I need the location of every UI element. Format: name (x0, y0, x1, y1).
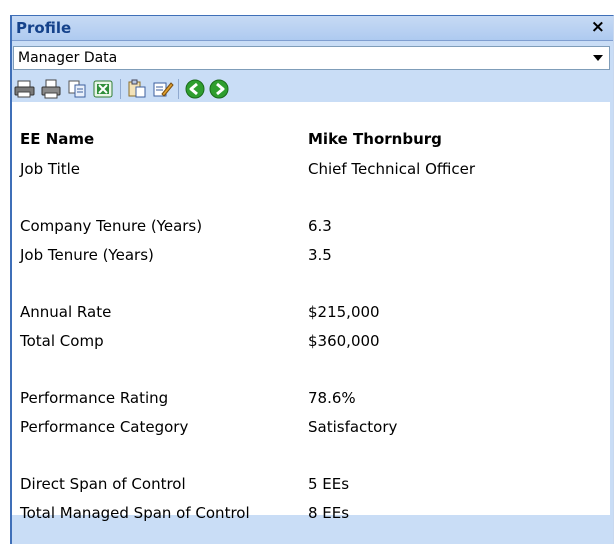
toolbar-separator (178, 79, 179, 99)
field-value-job-title: Chief Technical Officer (308, 160, 476, 178)
view-select[interactable]: Manager Data (13, 46, 610, 70)
back-icon[interactable] (184, 79, 206, 99)
field-label-performance-category: Performance Category (20, 418, 189, 436)
field-value-ee-name: Mike Thornburg (308, 130, 442, 148)
close-icon[interactable]: × (591, 18, 605, 36)
field-label-total-comp: Total Comp (20, 332, 104, 350)
field-label-ee-name: EE Name (20, 130, 95, 148)
field-label-company-tenure: Company Tenure (Years) (20, 217, 203, 235)
field-value-company-tenure: 6.3 (308, 217, 332, 235)
field-value-performance-category: Satisfactory (308, 418, 398, 436)
view-select-value: Manager Data (18, 50, 118, 66)
field-value-total-span: 8 EEs (308, 504, 350, 522)
field-value-direct-span: 5 EEs (308, 475, 350, 493)
profile-details: EE Name Mike Thornburg Job Title Chief T… (12, 102, 610, 522)
field-value-performance-rating: 78.6% (308, 389, 356, 407)
print-icon[interactable] (14, 79, 36, 99)
field-label-job-title: Job Title (20, 160, 81, 178)
paste-icon[interactable] (126, 79, 148, 99)
print-preview-icon[interactable] (40, 79, 62, 99)
profile-panel: Profile × Manager Data EE Name Mike Thor… (10, 15, 614, 544)
field-value-annual-rate: $215,000 (308, 303, 380, 321)
field-label-total-span: Total Managed Span of Control (20, 504, 250, 522)
toolbar (12, 74, 613, 104)
field-value-total-comp: $360,000 (308, 332, 380, 350)
field-label-job-tenure: Job Tenure (Years) (20, 246, 154, 264)
field-value-job-tenure: 3.5 (308, 246, 332, 264)
chevron-down-icon[interactable] (591, 51, 605, 65)
forward-icon[interactable] (208, 79, 230, 99)
panel-title: Profile (16, 19, 72, 37)
excel-export-icon[interactable] (92, 79, 114, 99)
panel-header: Profile × (12, 16, 613, 41)
field-label-annual-rate: Annual Rate (20, 303, 112, 321)
field-label-direct-span: Direct Span of Control (20, 475, 186, 493)
toolbar-separator (120, 79, 121, 99)
edit-icon[interactable] (152, 79, 174, 99)
copy-icon[interactable] (66, 79, 88, 99)
field-label-performance-rating: Performance Rating (20, 389, 169, 407)
